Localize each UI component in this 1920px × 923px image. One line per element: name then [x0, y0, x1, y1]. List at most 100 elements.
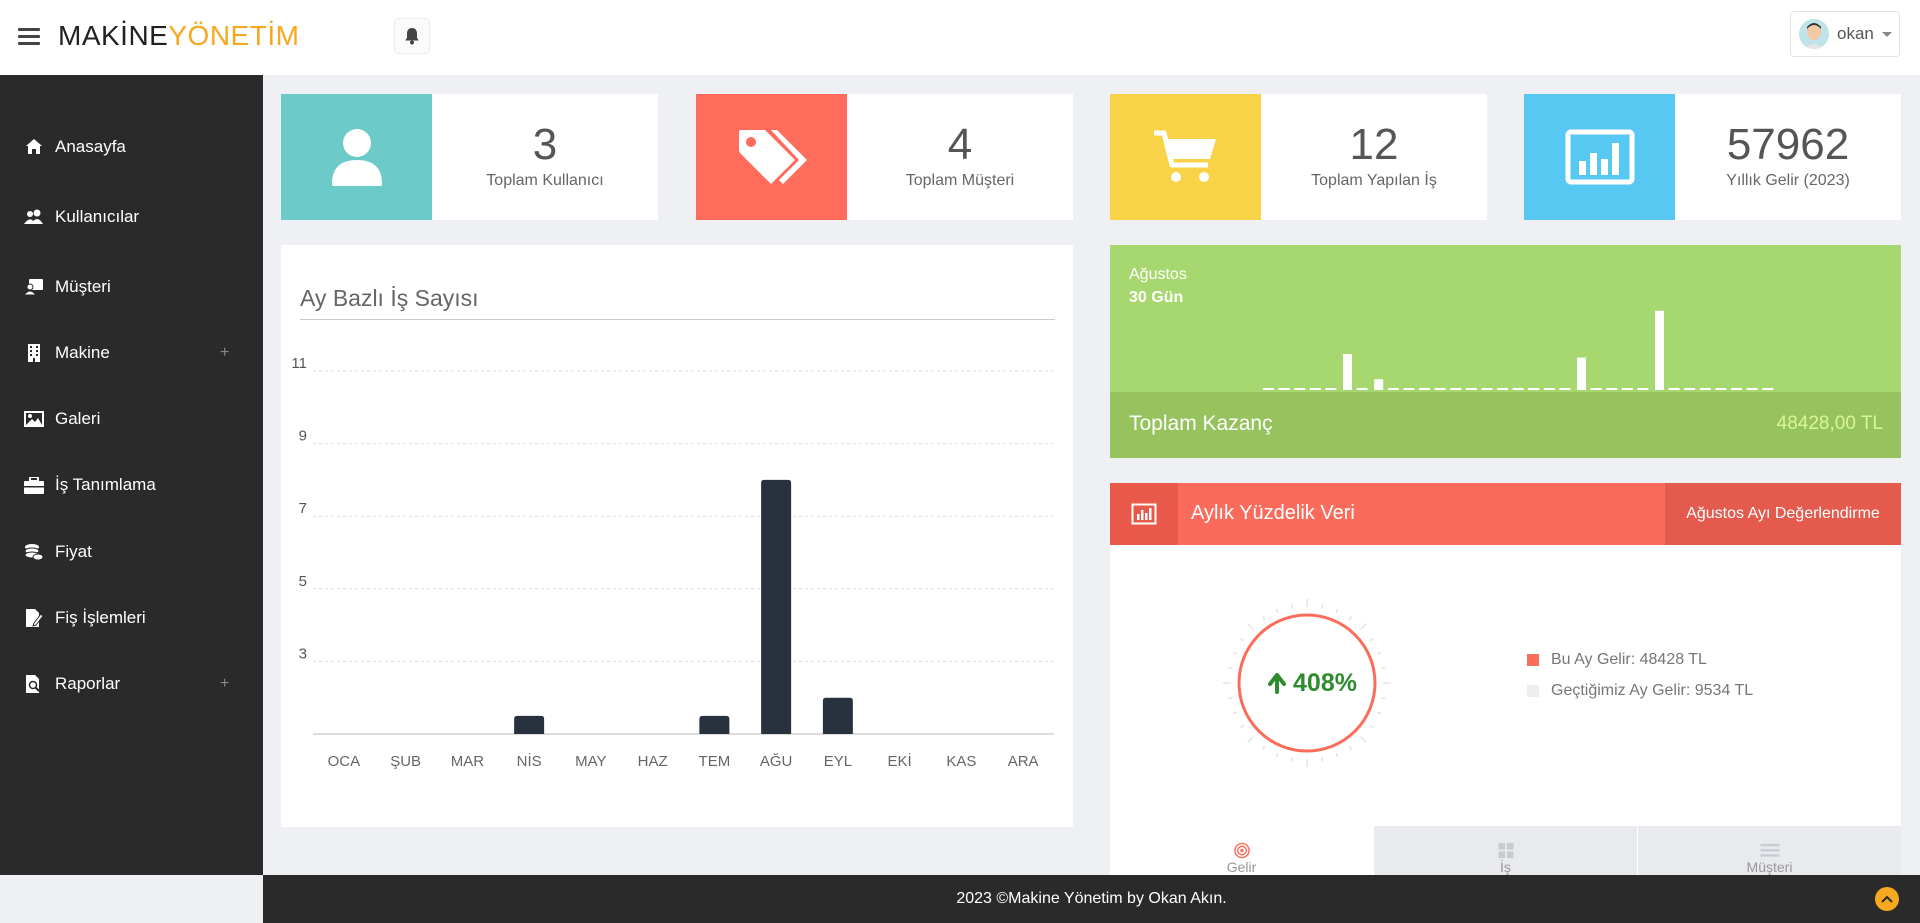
- coins-icon: [24, 542, 44, 562]
- chart-bar[interactable]: [761, 479, 792, 734]
- gauge-tick: [1335, 608, 1339, 614]
- sidebar-item-raporlar[interactable]: Raporlar +: [0, 662, 263, 706]
- sidebar-item-musteri[interactable]: Müşteri: [0, 265, 263, 309]
- tab-gelir[interactable]: Gelir: [1110, 826, 1373, 875]
- chart-bar[interactable]: [822, 697, 853, 734]
- spark-baseline: [1715, 388, 1727, 390]
- notification-bell-icon[interactable]: [394, 18, 430, 54]
- menu-toggle-icon[interactable]: [18, 28, 40, 46]
- target-icon: [1233, 842, 1250, 859]
- sidebar-item-anasayfa[interactable]: Anasayfa: [0, 125, 263, 169]
- gauge-tick: [1232, 651, 1238, 655]
- home-icon: [24, 137, 44, 157]
- sidebar-item-fiyat[interactable]: Fiyat: [0, 530, 263, 574]
- gauge-tick: [1369, 724, 1374, 729]
- percent-panel-header: Aylık Yüzdelik Veri Ağustos Ayı Değerlen…: [1110, 483, 1901, 545]
- gauge-tick: [1290, 604, 1293, 609]
- gauge-tick: [1369, 637, 1374, 642]
- spark-baseline: [1434, 388, 1446, 390]
- sidebar-item-label: Raporlar: [55, 674, 121, 693]
- grid-icon: [1497, 842, 1514, 859]
- x-tick-label: KAS: [946, 753, 976, 770]
- bar-chart-icon: [1110, 483, 1178, 545]
- spark-baseline: [1668, 388, 1680, 390]
- stat-value: 12: [1349, 120, 1399, 169]
- image-icon: [24, 409, 44, 429]
- search-file-icon: [24, 674, 44, 694]
- spark-baseline: [1684, 388, 1696, 390]
- x-tick-label: OCA: [328, 753, 361, 770]
- stat-card-jobs[interactable]: 12 Toplam Yapılan İş: [1110, 94, 1487, 220]
- gauge-tick: [1348, 616, 1353, 621]
- sidebar-item-kullanicilar[interactable]: Kullanıcılar: [0, 195, 263, 239]
- stat-caption: Yıllık Gelir (2023): [1726, 172, 1850, 189]
- x-tick-label: AĞU: [760, 753, 793, 770]
- spark-baseline: [1450, 388, 1462, 390]
- users-icon: [24, 207, 44, 227]
- y-tick-label: 3: [299, 645, 307, 662]
- tab-musteri[interactable]: Müşteri: [1638, 826, 1901, 875]
- gauge-tick: [1290, 757, 1293, 762]
- sidebar-item-label: Müşteri: [55, 277, 111, 296]
- list-icon: [1760, 843, 1779, 857]
- y-tick-label: 9: [299, 428, 307, 445]
- logo-part1: MAKİNE: [58, 20, 169, 51]
- user-menu[interactable]: okan: [1790, 11, 1900, 57]
- spark-baseline: [1621, 388, 1633, 390]
- sidebar-item-is-tanimlama[interactable]: İş Tanımlama: [0, 463, 263, 507]
- sidebar-item-fis-islemleri[interactable]: Fiş İşlemleri: [0, 596, 263, 640]
- stat-card-customers[interactable]: 4 Toplam Müşteri: [696, 94, 1073, 220]
- y-tick-label: 7: [299, 500, 307, 517]
- x-tick-label: MAR: [451, 753, 485, 770]
- spark-baseline: [1590, 388, 1602, 390]
- spark-baseline: [1356, 388, 1368, 390]
- x-tick-label: MAY: [575, 753, 606, 770]
- gauge-tick: [1381, 666, 1386, 669]
- tab-is[interactable]: İş: [1374, 826, 1637, 875]
- tags-icon: [696, 94, 847, 220]
- gauge-tick: [1321, 604, 1324, 609]
- expand-plus-icon[interactable]: +: [220, 344, 229, 362]
- sidebar: Anasayfa Kullanıcılar Müşteri Makine + G…: [0, 75, 263, 875]
- sidebar-item-makine[interactable]: Makine +: [0, 331, 263, 375]
- spark-baseline: [1465, 388, 1477, 390]
- gauge-tick: [1360, 736, 1367, 743]
- stat-value: 57962: [1726, 120, 1850, 169]
- legend-item: Bu Ay Gelir: 48428 TL: [1527, 651, 1753, 669]
- sidebar-item-label: Galeri: [55, 409, 101, 428]
- spark-baseline: [1699, 388, 1711, 390]
- app-logo[interactable]: MAKİNEYÖNETİM: [58, 20, 299, 52]
- building-icon: [24, 343, 44, 363]
- edit-file-icon: [24, 608, 44, 628]
- stat-card-users[interactable]: 3 Toplam Kullanıcı: [281, 94, 658, 220]
- gauge-tick: [1321, 757, 1324, 762]
- gauge-tick: [1376, 711, 1382, 715]
- x-tick-label: NİS: [517, 752, 542, 770]
- spark-baseline: [1606, 388, 1618, 390]
- chart-bar[interactable]: [699, 715, 730, 734]
- top-header: MAKİNEYÖNETİM okan: [0, 0, 1920, 75]
- footer-text: 2023 ©Makine Yönetim by Okan Akın.: [956, 890, 1227, 907]
- stat-card-income[interactable]: 57962 Yıllık Gelir (2023): [1524, 94, 1901, 220]
- cart-icon: [1110, 94, 1261, 220]
- stat-caption: Toplam Yapılan İş: [1311, 172, 1437, 189]
- month-evaluation-button[interactable]: Ağustos Ayı Değerlendirme: [1665, 483, 1901, 545]
- gauge-tick: [1228, 666, 1233, 669]
- avatar: [1799, 19, 1829, 49]
- sidebar-item-label: Kullanıcılar: [55, 207, 140, 226]
- spark-baseline: [1278, 388, 1290, 390]
- spark-baseline: [1325, 388, 1337, 390]
- gauge-tick: [1275, 608, 1279, 614]
- x-tick-label: TEM: [699, 753, 731, 770]
- stat-value: 3: [532, 120, 558, 169]
- spark-baseline: [1309, 388, 1321, 390]
- gauge-tick: [1261, 745, 1266, 750]
- gauge-tick: [1240, 637, 1245, 642]
- spark-bar: [1577, 357, 1586, 390]
- arrow-up-icon: [1268, 673, 1286, 694]
- chart-bar[interactable]: [514, 715, 545, 734]
- scroll-top-button[interactable]: [1875, 887, 1899, 911]
- sidebar-item-galeri[interactable]: Galeri: [0, 397, 263, 441]
- percent-panel-title: Aylık Yüzdelik Veri: [1191, 502, 1355, 524]
- expand-plus-icon[interactable]: +: [220, 675, 229, 693]
